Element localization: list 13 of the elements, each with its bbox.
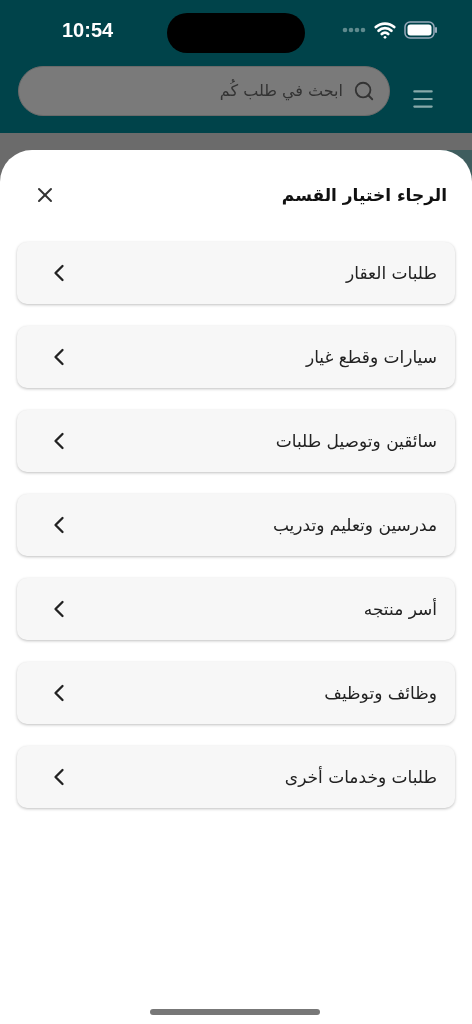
search-icon (353, 80, 375, 102)
battery-icon (404, 21, 438, 39)
category-item[interactable]: وظائف وتوظيف (17, 662, 455, 724)
category-item[interactable]: أسر منتجه (17, 578, 455, 640)
category-item[interactable]: مدرسين وتعليم وتدريب (17, 494, 455, 556)
category-item[interactable]: طلبات العقار (17, 242, 455, 304)
status-time: 10:54 (62, 18, 114, 42)
category-item[interactable]: طلبات وخدمات أخرى (17, 746, 455, 808)
signal-icon (342, 27, 366, 33)
sheet-title: الرجاء اختيار القسم (281, 185, 447, 205)
category-item[interactable]: سيارات وقطع غيار (17, 326, 455, 388)
wifi-icon (374, 19, 396, 41)
category-item[interactable]: سائقين وتوصيل طلبات (17, 410, 455, 472)
